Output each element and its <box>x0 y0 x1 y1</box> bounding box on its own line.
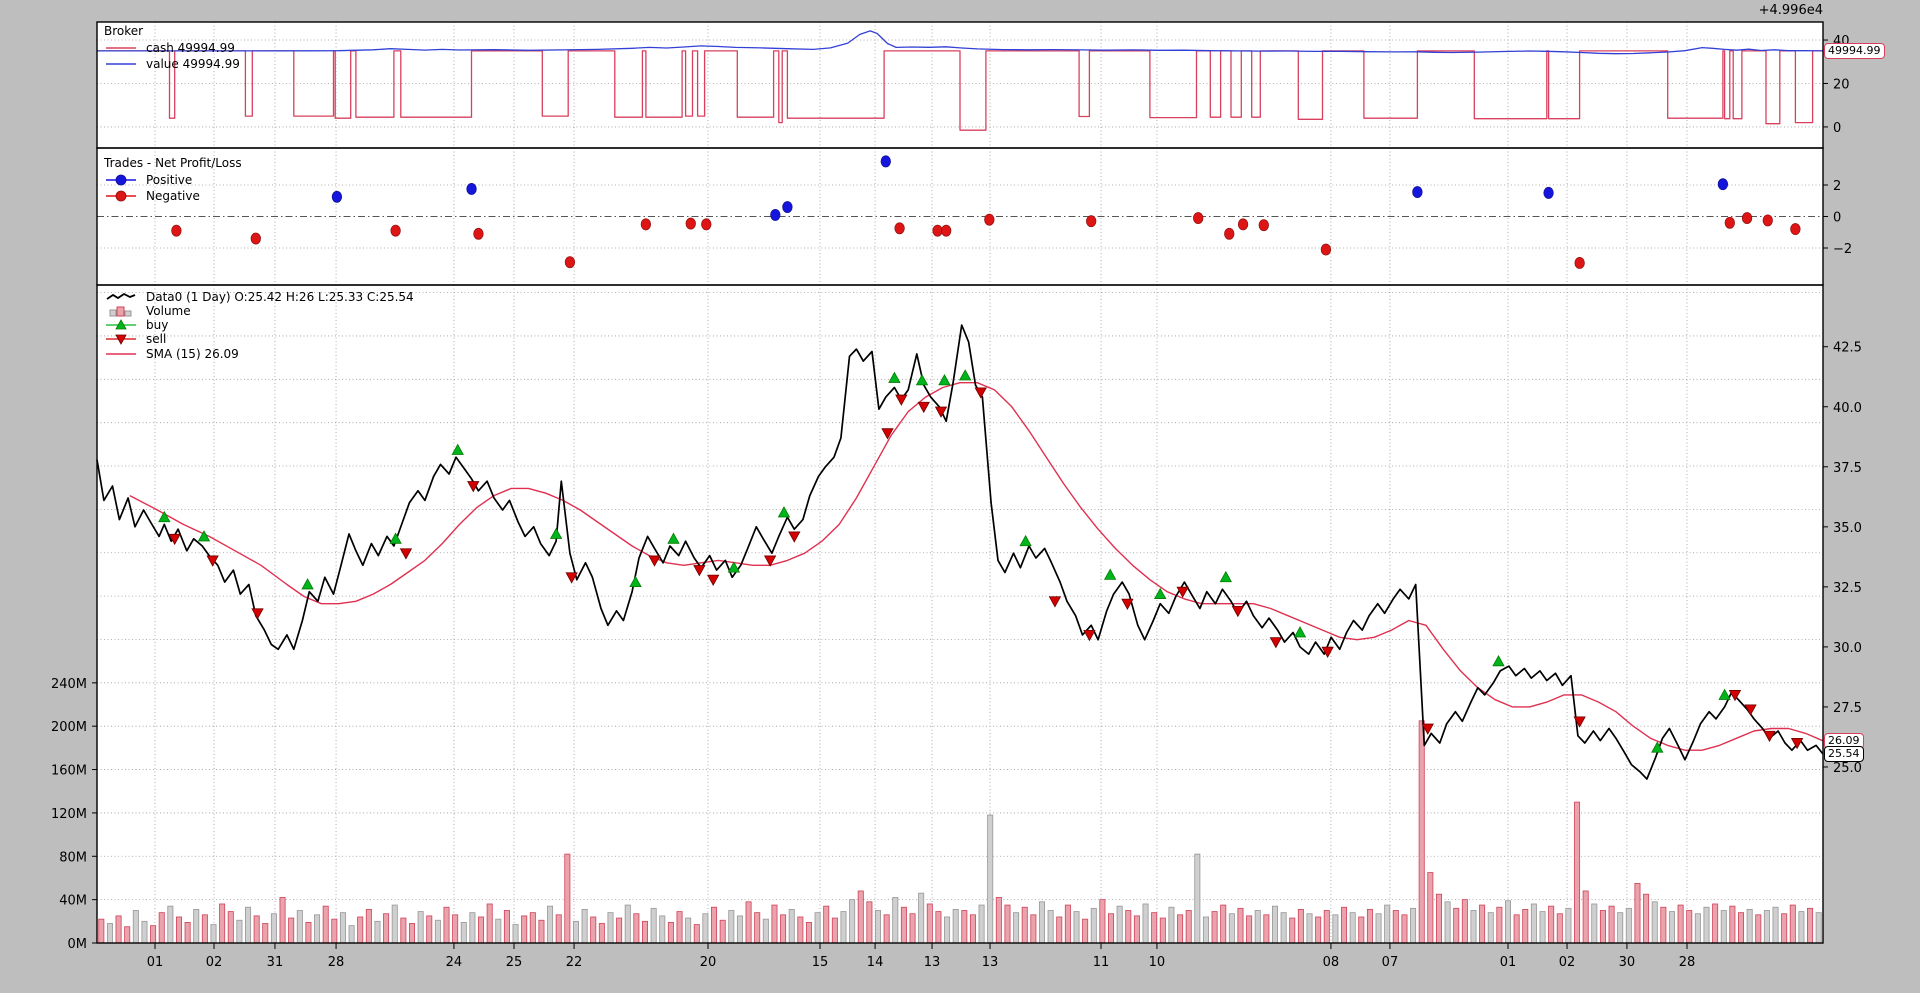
svg-text:13: 13 <box>982 955 999 970</box>
value-line-icon <box>104 62 138 66</box>
svg-text:35.0: 35.0 <box>1833 521 1862 536</box>
price-legend: Data0 (1 Day) O:25.42 H:26 L:25.33 C:25.… <box>104 289 414 361</box>
legend-label: cash 49994.99 <box>146 42 235 54</box>
legend-item-sell: sell <box>104 332 414 346</box>
legend-item-buy: buy <box>104 318 414 332</box>
svg-text:0M: 0M <box>68 937 88 952</box>
negative-dot-icon <box>104 189 138 203</box>
buy-marker-icon <box>104 319 138 331</box>
svg-text:02: 02 <box>1559 955 1576 970</box>
legend-item-data0: Data0 (1 Day) O:25.42 H:26 L:25.33 C:25.… <box>104 289 414 304</box>
svg-text:08: 08 <box>1323 955 1340 970</box>
price-line-icon <box>104 291 138 303</box>
legend-label: Data0 (1 Day) O:25.42 H:26 L:25.33 C:25.… <box>146 291 414 303</box>
svg-text:15: 15 <box>812 955 829 970</box>
svg-text:0: 0 <box>1833 121 1841 136</box>
legend-item-value: value 49994.99 <box>104 56 240 72</box>
svg-text:25: 25 <box>506 955 523 970</box>
svg-text:0: 0 <box>1833 211 1841 226</box>
trades-panel-title: Trades - Net Profit/Loss <box>104 156 242 170</box>
svg-text:200M: 200M <box>51 720 87 735</box>
legend-item-negative: Negative <box>104 188 200 204</box>
panel-backgrounds <box>97 22 1823 943</box>
svg-text:−2: −2 <box>1833 242 1852 257</box>
legend-label: Positive <box>146 174 192 186</box>
svg-text:20: 20 <box>1833 77 1850 92</box>
svg-text:240M: 240M <box>51 677 87 692</box>
svg-text:40M: 40M <box>59 894 87 909</box>
legend-item-cash: cash 49994.99 <box>104 40 240 56</box>
svg-text:01: 01 <box>1500 955 1517 970</box>
volume-bars-icon <box>104 305 138 317</box>
broker-legend: cash 49994.99 value 49994.99 <box>104 40 240 72</box>
chart-area: 02040−20225.027.530.032.535.037.540.042.… <box>0 0 1920 993</box>
svg-text:27.5: 27.5 <box>1833 701 1862 716</box>
backtest-plot-window: 02040−20225.027.530.032.535.037.540.042.… <box>0 0 1920 993</box>
svg-text:28: 28 <box>328 955 345 970</box>
legend-item-positive: Positive <box>104 172 200 188</box>
axis-offset-label: +4.996e4 <box>1713 3 1823 18</box>
svg-text:160M: 160M <box>51 764 87 779</box>
svg-text:31: 31 <box>267 955 284 970</box>
svg-text:22: 22 <box>566 955 583 970</box>
svg-text:25.0: 25.0 <box>1833 761 1862 776</box>
legend-label: buy <box>146 319 168 331</box>
svg-text:80M: 80M <box>59 850 87 865</box>
svg-text:30: 30 <box>1619 955 1636 970</box>
svg-text:2: 2 <box>1833 179 1841 194</box>
legend-label: sell <box>146 333 166 345</box>
legend-label: value 49994.99 <box>146 58 240 70</box>
broker-panel-title: Broker <box>104 24 143 38</box>
legend-label: Volume <box>146 305 191 317</box>
svg-text:40.0: 40.0 <box>1833 401 1862 416</box>
svg-text:24: 24 <box>446 955 463 970</box>
legend-label: SMA (15) 26.09 <box>146 348 239 360</box>
svg-text:14: 14 <box>867 955 884 970</box>
svg-text:120M: 120M <box>51 807 87 822</box>
sell-marker-icon <box>104 333 138 345</box>
cash-line-icon <box>104 46 138 50</box>
svg-text:11: 11 <box>1093 955 1110 970</box>
svg-text:07: 07 <box>1382 955 1399 970</box>
svg-text:02: 02 <box>206 955 223 970</box>
svg-text:42.5: 42.5 <box>1833 341 1862 356</box>
cash-value-axis-tag: 49994.99 <box>1824 43 1885 59</box>
x-axis-labels: 01 02 31 28 24 25 22 20 15 14 13 13 11 10 08 07 01 02 30 28 <box>147 943 1696 970</box>
sma-line-icon <box>104 352 138 356</box>
positive-dot-icon <box>104 173 138 187</box>
legend-item-volume: Volume <box>104 304 414 318</box>
svg-text:37.5: 37.5 <box>1833 461 1862 476</box>
svg-text:30.0: 30.0 <box>1833 641 1862 656</box>
svg-text:10: 10 <box>1149 955 1166 970</box>
svg-text:01: 01 <box>147 955 164 970</box>
svg-text:32.5: 32.5 <box>1833 581 1862 596</box>
svg-text:20: 20 <box>700 955 717 970</box>
legend-item-sma: SMA (15) 26.09 <box>104 346 414 361</box>
svg-text:28: 28 <box>1679 955 1696 970</box>
svg-text:13: 13 <box>924 955 941 970</box>
legend-label: Negative <box>146 190 200 202</box>
close-axis-tag: 25.54 <box>1824 746 1864 762</box>
trades-legend: Positive Negative <box>104 172 200 204</box>
